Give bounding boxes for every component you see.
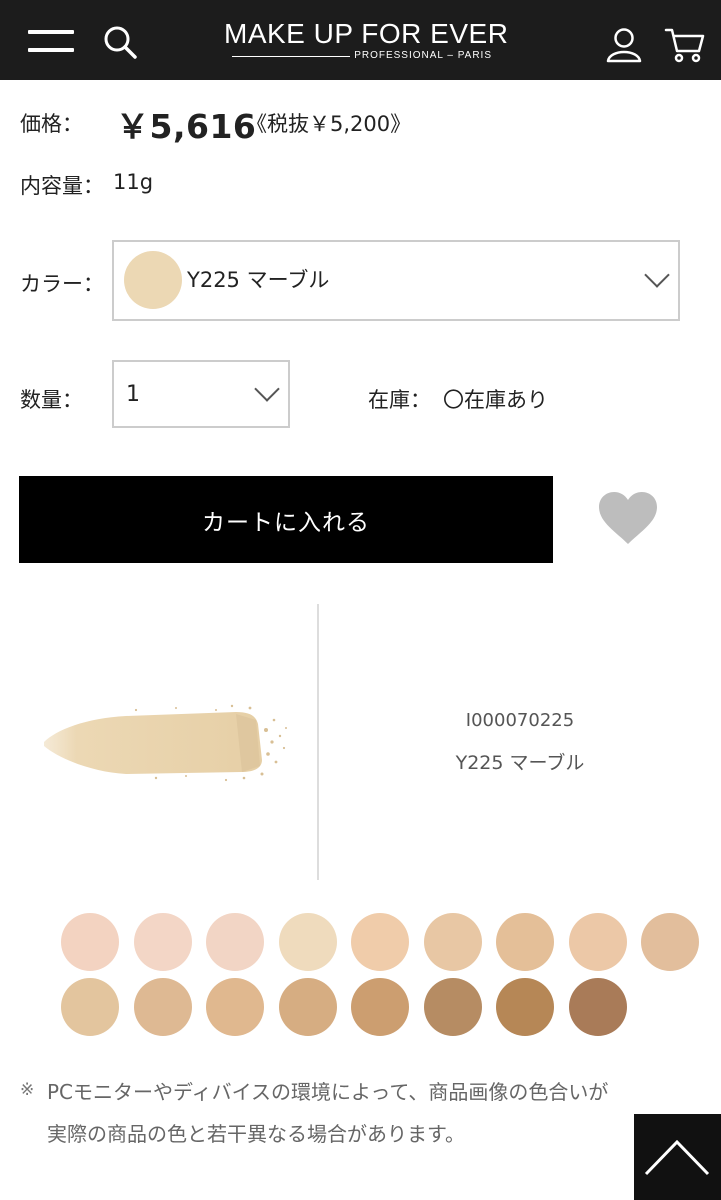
shade-swatch[interactable] (351, 913, 409, 971)
color-label: カラー： (20, 272, 104, 296)
shade-swatch[interactable] (423, 913, 482, 971)
quantity-value: 1 (126, 382, 140, 407)
shade-swatch[interactable] (496, 978, 554, 1036)
shade-swatch[interactable] (568, 978, 627, 1036)
shade-swatch[interactable] (61, 978, 119, 1036)
product-shade-name: Y225 マーブル (455, 752, 585, 774)
content-value: 11g (113, 170, 154, 194)
quantity-select[interactable]: 1 (112, 360, 290, 428)
note-mark: ※ (20, 1080, 35, 1100)
shade-swatch[interactable] (278, 978, 337, 1036)
back-to-top-button[interactable] (634, 1114, 721, 1200)
shade-swatch[interactable] (206, 978, 264, 1036)
shade-swatch[interactable] (423, 978, 482, 1036)
shade-swatch[interactable] (206, 913, 264, 971)
price-value: ￥5,616 (116, 107, 257, 146)
shade-swatch[interactable] (133, 978, 192, 1036)
vertical-divider (317, 604, 319, 880)
search-icon[interactable] (100, 22, 140, 62)
shade-swatch[interactable] (351, 978, 409, 1036)
shade-swatch[interactable] (61, 913, 119, 971)
note-line-1: PCモニターやディバイスの環境によって、商品画像の色合いが (47, 1080, 609, 1104)
shade-swatch[interactable] (641, 913, 699, 971)
color-select[interactable]: Y225 マーブル (112, 240, 680, 321)
heart-icon[interactable] (596, 490, 660, 546)
content-label: 内容量： (20, 174, 104, 198)
selected-color-chip (124, 251, 182, 309)
stock-label: 在庫： (368, 388, 431, 412)
menu-icon[interactable] (28, 28, 74, 54)
logo-rule (232, 56, 350, 57)
chevron-down-icon (254, 376, 280, 402)
chevron-down-icon (644, 262, 670, 288)
powder-swatch-image (36, 690, 296, 790)
note-line-2: 実際の商品の色と若干異なる場合があります。 (47, 1122, 465, 1146)
selected-color-name: Y225 マーブル (187, 268, 330, 292)
quantity-label: 数量： (20, 388, 83, 412)
shade-swatch[interactable] (496, 913, 554, 971)
product-sku: I000070225 (465, 710, 575, 731)
cart-icon[interactable] (664, 24, 706, 64)
stock-status: 〇在庫あり (443, 388, 548, 412)
brand-logo[interactable]: MAKE UP FOR EVER PROFESSIONAL – PARIS (224, 18, 509, 66)
shade-swatch[interactable] (278, 913, 337, 971)
add-to-cart-label: カートに入れる (202, 509, 370, 536)
chevron-up-icon (644, 1139, 710, 1176)
shade-swatch[interactable] (568, 913, 627, 971)
brand-subtitle: PROFESSIONAL – PARIS (354, 50, 492, 61)
site-header: MAKE UP FOR EVER PROFESSIONAL – PARIS (0, 0, 721, 80)
add-to-cart-button[interactable]: カートに入れる (19, 476, 553, 563)
brand-name: MAKE UP FOR EVER (224, 18, 509, 49)
user-icon[interactable] (604, 24, 644, 64)
price-label: 価格： (20, 112, 83, 136)
shade-swatch[interactable] (133, 913, 192, 971)
price-tax-excluded: 《税抜￥5,200》 (246, 112, 412, 136)
